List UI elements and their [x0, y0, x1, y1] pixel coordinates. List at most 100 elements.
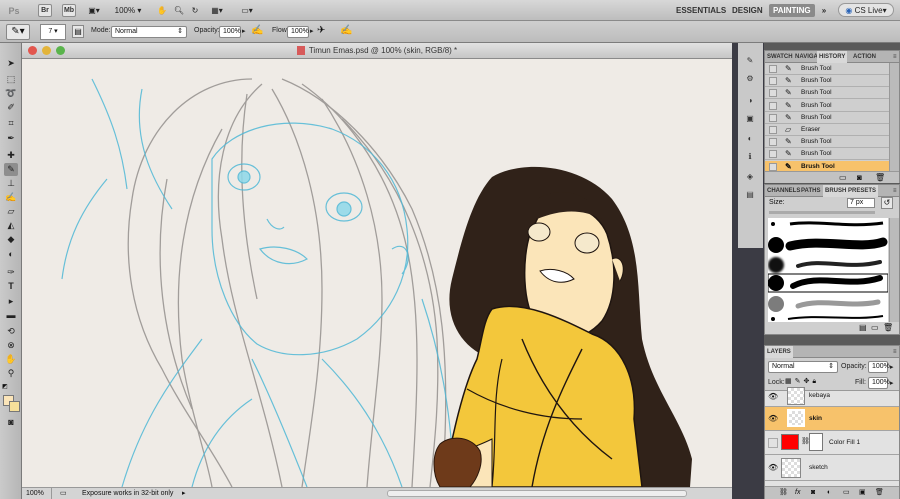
brush-list-scrollbar[interactable] — [889, 218, 899, 322]
restore-brush-icon[interactable]: ↺ — [881, 197, 893, 209]
airbrush-icon[interactable]: ✈ — [317, 25, 330, 39]
lock-pixels-icon[interactable]: ✎ — [795, 378, 804, 385]
layers-stack-icon[interactable]: ◈ — [743, 171, 757, 183]
bridge-icon[interactable]: Br — [38, 4, 52, 17]
close-window-icon[interactable] — [28, 46, 37, 55]
brush-preset-picker[interactable]: 7 ▾ — [40, 24, 66, 40]
arrange-documents-icon[interactable]: ▦▾ — [206, 3, 228, 18]
rotate-view-icon[interactable]: ↻ — [188, 3, 202, 18]
layer-opacity-input[interactable]: 100% — [868, 361, 890, 373]
more-workspaces-icon[interactable]: » — [818, 3, 830, 18]
history-item[interactable]: ✎ Brush Tool — [765, 87, 889, 100]
horizontal-scrollbar[interactable] — [387, 490, 687, 497]
delete-brush-icon[interactable]: 🗑︎ — [883, 323, 893, 332]
create-document-from-state-icon[interactable]: ▭ — [839, 172, 847, 183]
default-colors-icon[interactable]: ◩ — [2, 383, 9, 390]
mini-bridge-icon[interactable]: Mb — [62, 4, 76, 17]
eraser-tool-icon[interactable]: ▱ — [4, 205, 18, 218]
shape-tool-icon[interactable]: ▬ — [4, 309, 18, 322]
healing-brush-tool-icon[interactable]: ✚ — [4, 149, 18, 162]
lock-transparency-icon[interactable]: ▦ — [785, 378, 795, 385]
history-source-checkbox[interactable] — [769, 113, 777, 122]
add-mask-icon[interactable]: ◙ — [811, 487, 815, 499]
cs-live-button[interactable]: ◉ CS Live ▾ — [838, 3, 894, 17]
delete-layer-icon[interactable]: 🗑︎ — [875, 487, 884, 499]
layer-row-color-fill-1[interactable]: ⛓ Color Fill 1 — [765, 431, 899, 455]
status-info-icon[interactable]: ▭ — [60, 488, 67, 499]
flow-input[interactable]: 100% — [287, 26, 309, 38]
flow-slider-arrow-icon[interactable]: ▸ — [310, 27, 314, 35]
panel-menu-icon[interactable]: ≡ — [891, 346, 899, 358]
opacity-input[interactable]: 100% — [219, 26, 241, 38]
lock-all-icon[interactable]: 🔒︎ — [812, 378, 819, 385]
zoom-window-icon[interactable] — [56, 46, 65, 55]
tab-swatches[interactable]: SWATCH — [765, 51, 795, 63]
new-brush-icon[interactable]: ▭ — [871, 323, 879, 332]
delete-state-icon[interactable]: 🗑︎ — [875, 172, 885, 183]
layer-style-icon[interactable]: fx — [795, 487, 800, 499]
hand-tool-icon[interactable]: ✋ — [154, 3, 170, 18]
marquee-tool-icon[interactable]: ⬚ — [4, 73, 18, 86]
document-canvas[interactable] — [22, 59, 732, 487]
zoom-tool-icon[interactable]: 🔍︎ — [172, 3, 186, 18]
status-menu-icon[interactable]: ▸ — [182, 488, 186, 499]
brush-size-slider[interactable] — [769, 211, 875, 214]
pressure-size-icon[interactable]: ✍ — [340, 25, 353, 39]
panel-menu-icon[interactable]: ≡ — [891, 51, 899, 63]
history-source-checkbox[interactable] — [769, 138, 777, 147]
history-source-checkbox[interactable] — [769, 101, 777, 110]
brush-size-input[interactable]: 7 px — [847, 198, 875, 208]
lock-options[interactable]: ▦✎✥🔒︎ — [785, 377, 819, 386]
info-panel-icon[interactable]: ℹ — [743, 151, 757, 163]
fill-color-thumbnail[interactable] — [781, 434, 799, 450]
masks-icon[interactable]: ▣ — [743, 113, 757, 125]
zoom-tool-icon[interactable]: ⚲ — [4, 367, 18, 380]
layer-comps-icon[interactable]: ▤ — [743, 189, 757, 201]
history-item[interactable]: ▱ Eraser — [765, 124, 889, 136]
tab-paths[interactable]: PATHS — [799, 185, 822, 197]
clone-source-icon[interactable]: ⚙ — [743, 73, 757, 85]
crop-tool-icon[interactable]: ⌗ — [4, 117, 18, 130]
layer-row-skin[interactable]: 👁︎ skin — [765, 407, 899, 431]
new-layer-icon[interactable]: ▣ — [859, 487, 866, 499]
brush-tool-icon[interactable]: ✎ — [4, 163, 18, 176]
adjustments-icon[interactable]: ◑ — [743, 95, 757, 107]
history-scrollbar[interactable] — [889, 63, 899, 171]
zoom-level-menu[interactable]: 100% ▾ — [112, 3, 144, 18]
tab-layers[interactable]: LAYERS — [765, 346, 793, 358]
layer-mask-thumbnail[interactable] — [809, 433, 823, 451]
layer-opacity-arrow-icon[interactable]: ▸ — [890, 363, 894, 371]
history-item[interactable]: ✎ Brush Tool — [765, 75, 889, 88]
hand-tool-icon[interactable]: ✋ — [4, 353, 18, 366]
visibility-toggle-off[interactable] — [768, 438, 778, 448]
fill-arrow-icon[interactable]: ▸ — [890, 379, 894, 387]
tab-navigator[interactable]: NAVIGA — [793, 51, 820, 63]
3d-orbit-tool-icon[interactable]: ⊗ — [4, 339, 18, 352]
tab-channels[interactable]: CHANNELS — [765, 185, 802, 197]
minimize-window-icon[interactable] — [42, 46, 51, 55]
history-item[interactable]: ✎ Brush Tool — [765, 100, 889, 112]
brush-panel-toggle-icon[interactable]: ▤ — [72, 25, 84, 38]
move-tool-icon[interactable]: ➤ — [4, 57, 18, 70]
panel-menu-icon[interactable]: ≡ — [891, 185, 899, 197]
tool-preset-picker[interactable]: ✎▾ — [6, 24, 30, 40]
dodge-tool-icon[interactable]: ◐ — [4, 248, 18, 261]
workspace-painting[interactable]: PAINTING — [769, 4, 815, 17]
history-item[interactable]: ✎ Brush Tool — [765, 63, 889, 75]
history-brush-tool-icon[interactable]: ✍ — [4, 191, 18, 204]
3d-rotate-tool-icon[interactable]: ⟲ — [4, 325, 18, 338]
history-item[interactable]: ✎ Brush Tool — [765, 148, 889, 161]
history-item[interactable]: ✎ Brush Tool — [765, 112, 889, 124]
tab-history[interactable]: HISTORY — [817, 51, 848, 63]
eyedropper-tool-icon[interactable]: ✒ — [4, 132, 18, 145]
styles-icon[interactable]: ◐ — [743, 133, 757, 145]
history-source-checkbox[interactable] — [769, 77, 777, 86]
brush-panel-icon[interactable]: ✎ — [743, 55, 757, 67]
new-group-icon[interactable]: ▭ — [843, 487, 850, 499]
adjustment-layer-icon[interactable]: ◐ — [827, 487, 831, 499]
screen-mode-icon[interactable]: ▭▾ — [236, 3, 258, 18]
mode-select[interactable]: Normal ⇕ — [111, 26, 187, 38]
history-source-checkbox[interactable] — [769, 89, 777, 98]
link-layers-icon[interactable]: ⛓ — [779, 487, 788, 499]
view-extras-icon[interactable]: ▣▾ — [84, 3, 104, 18]
